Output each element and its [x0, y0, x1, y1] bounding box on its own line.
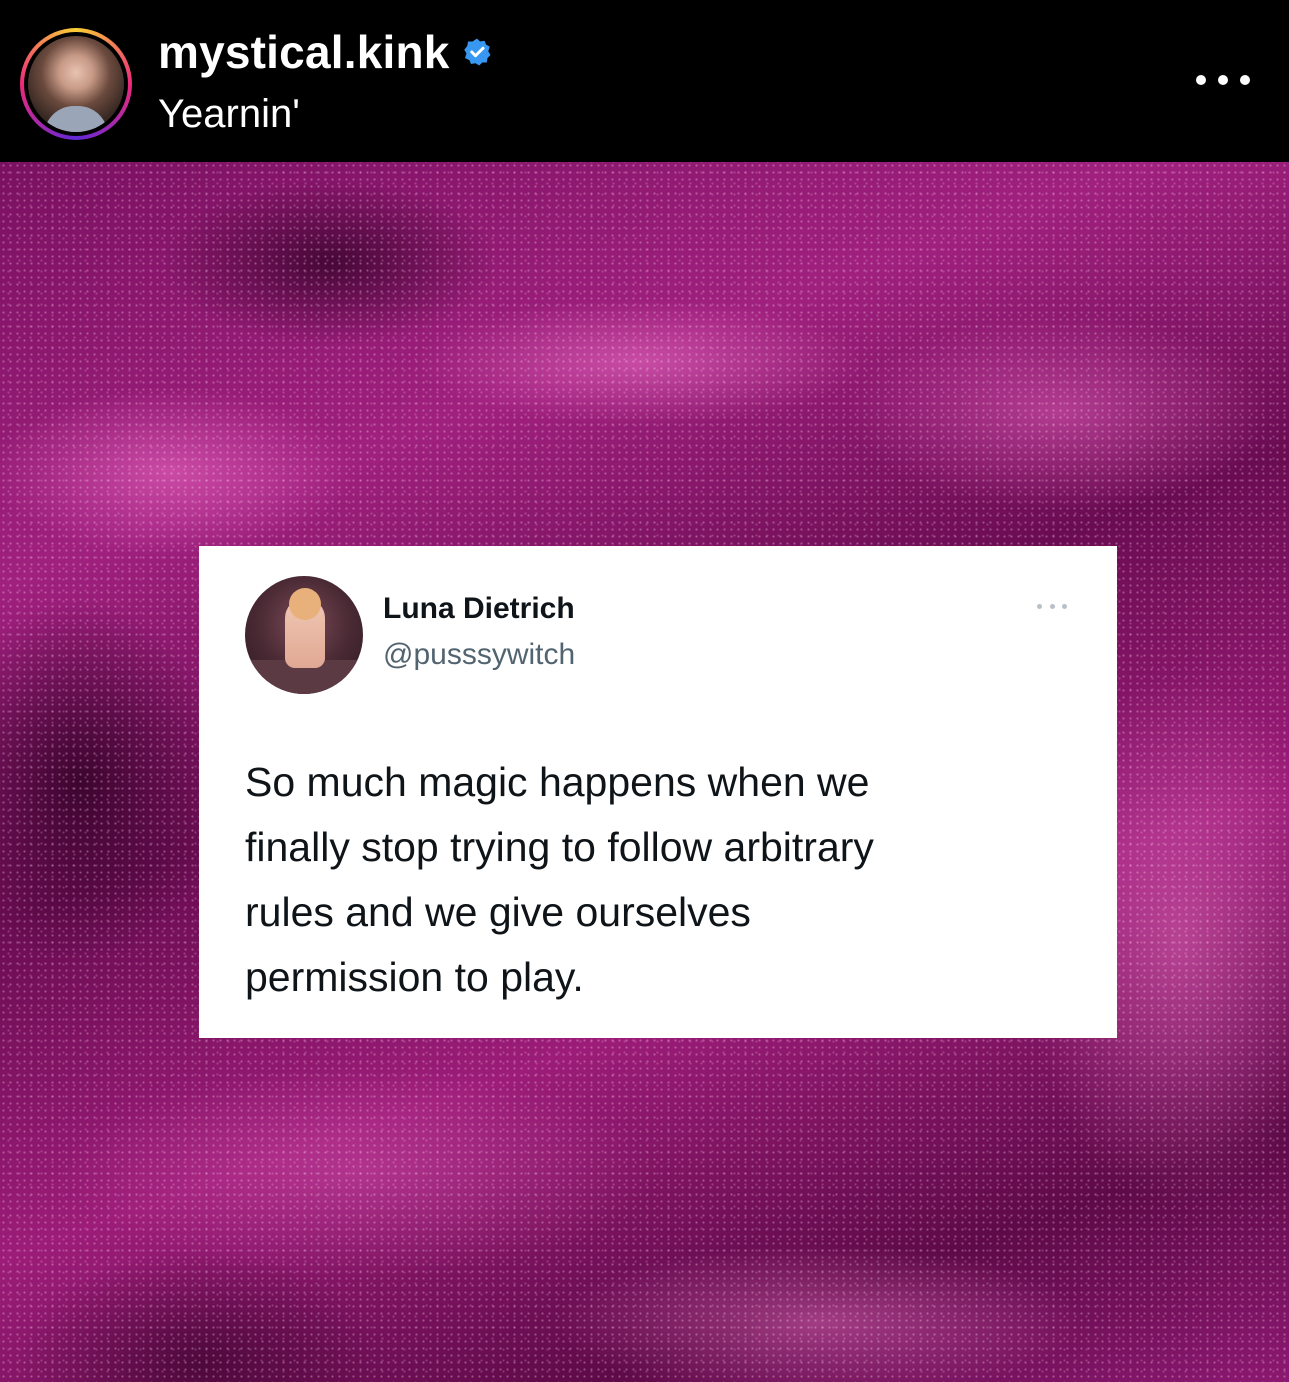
avatar[interactable]	[28, 36, 124, 132]
post-subtitle[interactable]: Yearnin'	[158, 92, 300, 137]
verified-badge-icon	[463, 38, 491, 66]
tweet-text-line: rules and we give ourselves	[245, 889, 751, 935]
post-header: mystical.kink Yearnin'	[0, 0, 1289, 162]
tweet-text-line: So much magic happens when we	[245, 759, 870, 805]
tweet-text-line: permission to play.	[245, 954, 584, 1000]
tweet-more-icon	[1037, 604, 1067, 610]
username-link[interactable]: mystical.kink	[158, 25, 450, 79]
tweet-text: So much magic happens when we finally st…	[245, 750, 1085, 1010]
tweet-author-name: Luna Dietrich	[383, 592, 575, 625]
instagram-post: mystical.kink Yearnin' Luna Dietrich @pu…	[0, 0, 1289, 1382]
tweet-author-handle: @pusssywitch	[383, 638, 576, 671]
username-row: mystical.kink	[158, 22, 492, 82]
tweet-text-line: finally stop trying to follow arbitrary	[245, 824, 874, 870]
tweet-card: Luna Dietrich @pusssywitch So much magic…	[199, 546, 1117, 1038]
tweet-author-avatar	[245, 576, 363, 694]
more-options-icon[interactable]	[1196, 70, 1250, 90]
profile-avatar-story-ring[interactable]	[20, 28, 132, 140]
